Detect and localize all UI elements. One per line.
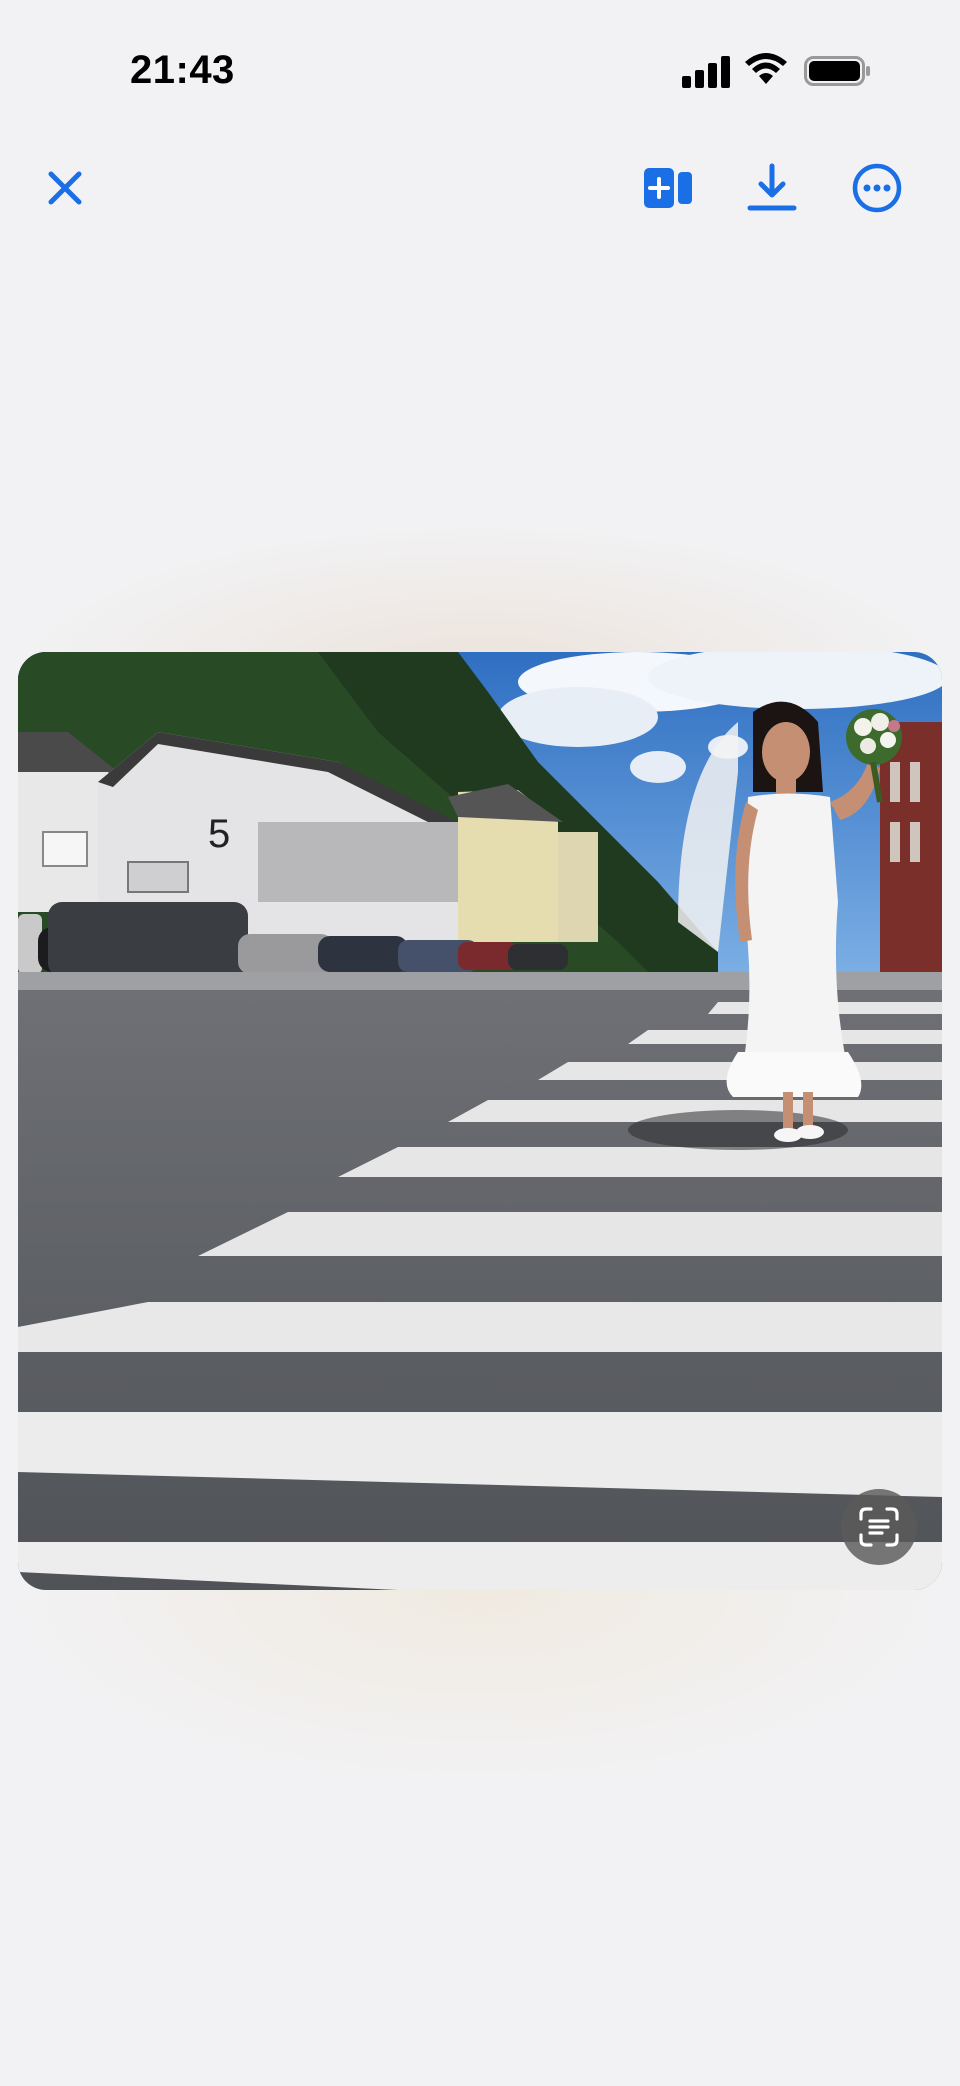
close-button[interactable] <box>37 160 93 216</box>
download-icon <box>747 163 797 211</box>
download-button[interactable] <box>744 160 800 216</box>
photo-image[interactable]: 5 <box>18 652 942 1590</box>
status-time: 21:43 <box>130 48 235 92</box>
live-text-icon <box>859 1507 899 1547</box>
add-to-board-icon <box>644 168 692 208</box>
cellular-signal-icon <box>682 56 732 88</box>
viewer-toolbar <box>0 140 960 230</box>
wedding-photo-illustration: 5 <box>18 652 942 1590</box>
battery-icon <box>804 56 872 86</box>
add-to-board-button[interactable] <box>640 160 696 216</box>
close-icon <box>48 171 82 205</box>
status-bar: 21:43 <box>0 0 960 140</box>
background-glow-bottom <box>0 1590 960 1790</box>
building-number: 5 <box>208 812 230 856</box>
more-icon <box>852 163 902 213</box>
wifi-icon <box>744 52 788 86</box>
live-text-button[interactable] <box>841 1489 917 1565</box>
more-options-button[interactable] <box>849 160 905 216</box>
